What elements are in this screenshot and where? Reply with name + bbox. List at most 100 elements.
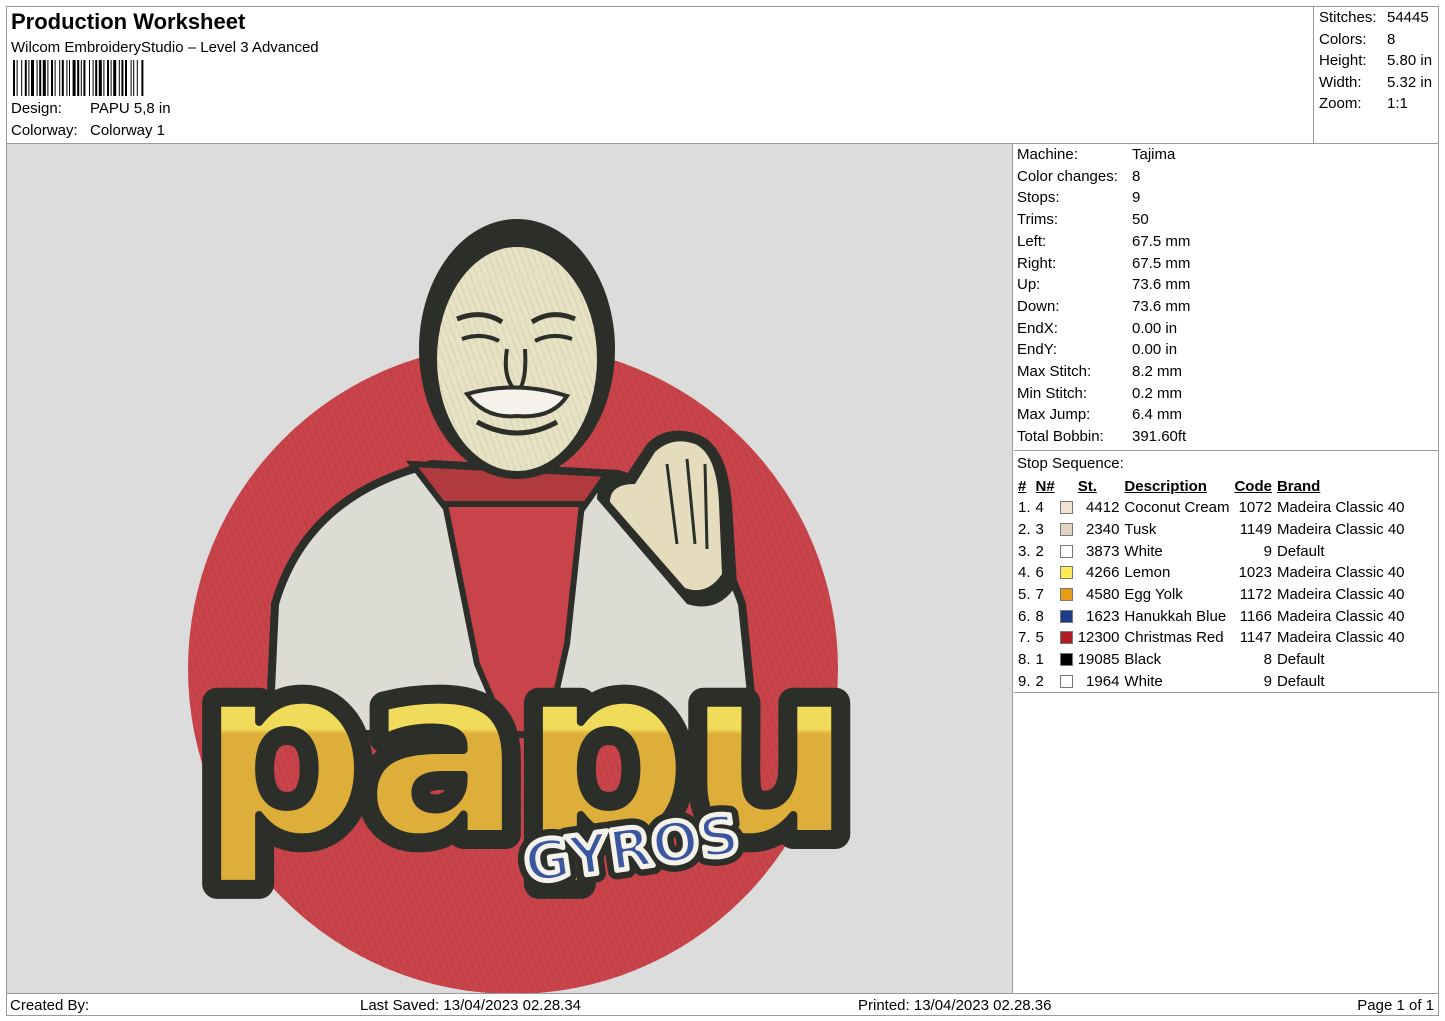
barcode-bar (66, 60, 68, 96)
thread-description: Tusk (1124, 521, 1157, 539)
design-preview: papu papu GYROS GYROS (7, 144, 1013, 994)
machine-info-label: Max Jump: (1017, 406, 1091, 424)
thread-brand: Default (1276, 672, 1325, 690)
stop-num: 6. (1018, 607, 1031, 625)
stitch-count: 4580 (1086, 586, 1120, 604)
machine-info-value: 8 (1132, 167, 1141, 185)
barcode-bar (16, 60, 18, 96)
thread-description: Coconut Cream (1124, 499, 1230, 517)
barcode-bar (31, 60, 34, 96)
color-swatch-cell (1058, 519, 1076, 541)
thread-code: 1072 (1238, 499, 1272, 517)
barcode-bar (13, 60, 15, 96)
machine-info-label: Total Bobbin: (1017, 428, 1104, 446)
machine-info-row: EndY: 0.00 in (1017, 341, 1177, 358)
color-swatch-cell (1058, 671, 1076, 693)
stat-colors: Colors: 8 (1319, 30, 1396, 48)
barcode-image (13, 60, 144, 96)
needle-num: 3 (1035, 521, 1044, 539)
thread-code: 9 (1263, 672, 1272, 690)
machine-info-value: 0.2 mm (1132, 384, 1183, 402)
stop-sequence-divider (1014, 450, 1438, 451)
color-swatch (1059, 609, 1073, 623)
barcode-bar (61, 60, 64, 96)
stitch-count: 4266 (1086, 564, 1120, 582)
machine-info-row: Total Bobbin: 391.60ft (1017, 428, 1186, 445)
machine-info-value: Tajima (1132, 146, 1176, 163)
stop-num: 1. (1018, 499, 1031, 517)
machine-info-value: 0.00 in (1132, 319, 1178, 337)
needle-num: 7 (1035, 586, 1044, 604)
machine-info-row: Right: 67.5 mm (1017, 255, 1190, 272)
machine-info-label: Min Stitch: (1017, 384, 1088, 402)
col-header-n: N# (1035, 477, 1055, 495)
thread-brand: Madeira Classic 40 (1276, 499, 1405, 517)
page-title: Production Worksheet (11, 9, 246, 34)
col-header-code: Code (1234, 477, 1272, 495)
barcode-bar (54, 60, 56, 96)
thread-code: 1147 (1239, 629, 1272, 647)
design-value: PAPU 5,8 in (90, 100, 171, 117)
machine-info-row: Min Stitch: 0.2 mm (1017, 385, 1182, 402)
needle-num: 8 (1035, 607, 1044, 625)
machine-info-value: 50 (1132, 211, 1149, 229)
machine-info-row: Machine: Tajima (1017, 146, 1175, 163)
machine-info-label: EndX: (1017, 319, 1058, 337)
stitch-count: 1964 (1086, 672, 1120, 690)
stop-sequence-row: 5. 7 4580 Egg Yolk 1172 Madeira Classic 40 (1016, 584, 1408, 606)
stop-num: 8. (1018, 651, 1031, 669)
machine-info-value: 73.6 mm (1132, 276, 1191, 294)
machine-info-label: Color changes: (1017, 167, 1118, 185)
machine-info-row: Up: 73.6 mm (1017, 276, 1190, 293)
barcode-bar (72, 60, 76, 96)
barcode-bar (125, 60, 127, 96)
machine-info-row: Trims: 50 (1017, 211, 1149, 228)
col-header-num: # (1018, 477, 1027, 495)
barcode-bar (98, 60, 102, 96)
barcode-bar (130, 60, 132, 96)
barcode-bar (47, 60, 49, 96)
machine-info-row: Left: 67.5 mm (1017, 233, 1190, 250)
machine-info-row: Stops: 9 (1017, 189, 1140, 206)
barcode-bar (83, 60, 86, 96)
machine-info-value: 9 (1132, 189, 1141, 207)
stop-sequence-row: 8. 1 19085 Black 8 Default (1016, 649, 1408, 671)
worksheet-header: Production Worksheet Wilcom EmbroiderySt… (7, 7, 1314, 143)
stop-num: 9. (1018, 672, 1031, 690)
col-header-description: Description (1124, 477, 1207, 495)
barcode-bar (80, 60, 82, 96)
barcode-bar (89, 60, 90, 96)
thread-description: White (1124, 672, 1163, 690)
thread-code: 1023 (1238, 564, 1272, 582)
stop-sequence-row: 2. 3 2340 Tusk 1149 Madeira Classic 40 (1016, 519, 1408, 541)
needle-num: 2 (1035, 672, 1044, 690)
machine-info-row: Down: 73.6 mm (1017, 298, 1190, 315)
colorway-label: Colorway: (11, 122, 78, 139)
needle-num: 1 (1035, 651, 1044, 669)
stitch-count: 12300 (1077, 629, 1120, 647)
thread-brand: Default (1276, 542, 1325, 560)
stop-sequence-title: Stop Sequence: (1017, 455, 1124, 472)
stitch-count: 2340 (1086, 521, 1120, 539)
stitch-count: 1623 (1086, 607, 1120, 625)
thread-brand: Madeira Classic 40 (1276, 521, 1405, 539)
stat-width: Width: 5.32 in (1319, 73, 1433, 91)
design-row: Design: PAPU 5,8 in (11, 100, 171, 117)
color-swatch (1059, 674, 1073, 688)
stat-stitches: Stitches: 54445 (1319, 9, 1429, 26)
thread-code: 9 (1263, 542, 1272, 560)
machine-info-row: EndX: 0.00 in (1017, 320, 1177, 337)
needle-num: 2 (1035, 542, 1044, 560)
last-saved: Last Saved: 13/04/2023 02.28.34 (360, 997, 582, 1014)
barcode-bar (24, 60, 27, 96)
color-swatch (1059, 501, 1073, 515)
machine-info-label: Down: (1017, 297, 1060, 315)
stop-num: 4. (1018, 564, 1031, 582)
machine-info-label: Trims: (1017, 211, 1059, 229)
stop-num: 2. (1018, 521, 1031, 539)
design-label: Design: (11, 100, 62, 117)
barcode-bar (118, 60, 120, 96)
machine-info-value: 67.5 mm (1132, 254, 1191, 272)
barcode-bar (107, 60, 109, 96)
thread-description: Black (1124, 651, 1162, 669)
